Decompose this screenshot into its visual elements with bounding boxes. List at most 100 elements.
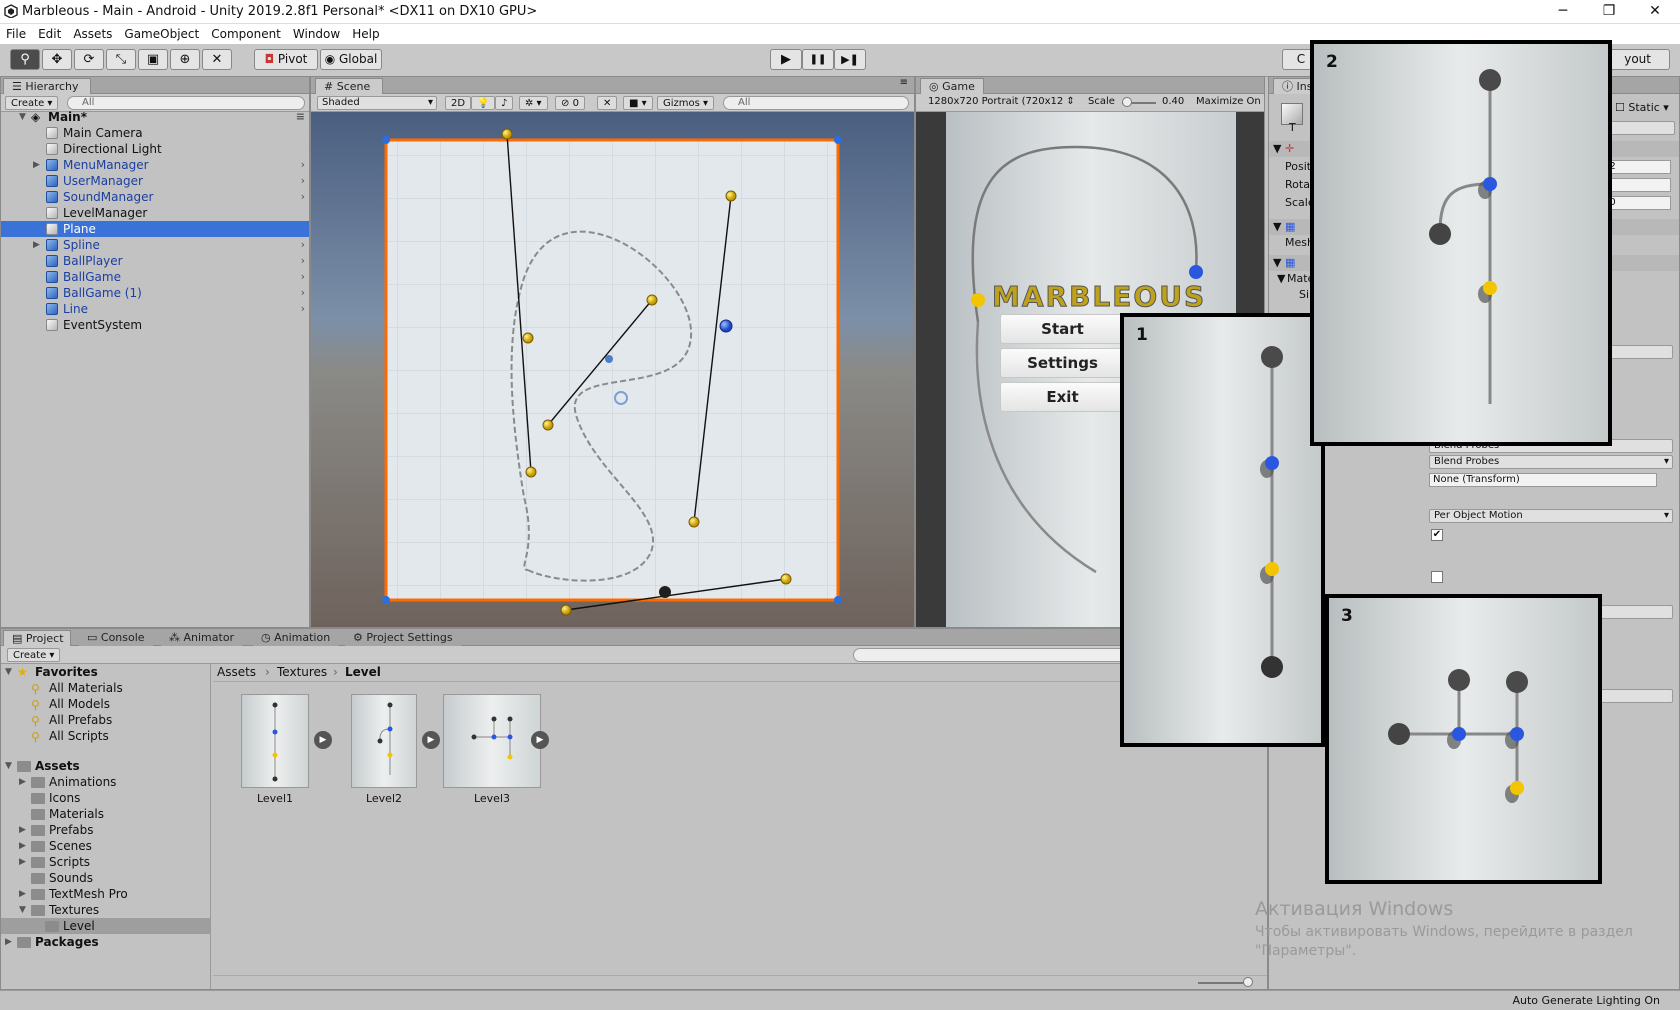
asset-folder-row[interactable]: ▶ TextMesh Pro [1,886,210,902]
rect-handle[interactable] [382,596,390,604]
prefab-open-icon[interactable]: › [301,173,305,189]
blue-anchor-point[interactable] [605,355,613,363]
maximize-on-play-toggle[interactable]: Maximize On P [1196,96,1264,107]
prefab-open-icon[interactable]: › [301,157,305,173]
camera-dropdown-icon[interactable]: ■ ▾ [623,96,653,110]
tab-scene[interactable]: # Scene [315,78,383,94]
asset-folder-row[interactable]: Sounds [1,870,210,886]
hierarchy-item[interactable]: Main Camera [1,125,309,141]
breadcrumb-textures[interactable]: Textures [277,664,327,681]
prefab-open-icon[interactable]: › [301,253,305,269]
control-point[interactable] [560,604,572,616]
expand-arrow-icon[interactable]: ▶ [19,886,29,902]
exit-button[interactable]: Exit [1000,382,1125,412]
resolution-dropdown[interactable]: 1280x720 Portrait (720x12 ⇕ [928,96,1075,107]
project-create-button[interactable]: Create ▾ [7,648,61,662]
asset-folder-row[interactable]: ▼ Textures [1,902,210,918]
expand-arrow-icon[interactable]: ▶ [33,157,43,173]
rect-handle[interactable] [834,136,842,144]
gizmos-dropdown[interactable]: Gizmos ▾ [657,96,715,110]
menu-assets[interactable]: Assets [67,24,118,44]
settings-button[interactable]: Settings [1000,348,1125,378]
favorite-item[interactable]: ⚲ All Prefabs [1,712,210,728]
2d-toggle[interactable]: 2D [445,96,472,110]
favorites-row[interactable]: ▼ ★ Favorites [1,664,210,680]
hierarchy-item[interactable]: Plane [1,221,309,237]
breadcrumb-assets[interactable]: Assets [217,664,256,681]
shading-dropdown[interactable]: Shaded ▾ [317,96,437,110]
expand-arrow-icon[interactable]: ▶ [19,838,29,854]
favorite-item[interactable]: ⚲ All Scripts [1,728,210,744]
tab-console[interactable]: ▭ Console [79,630,153,646]
expand-arrow-icon[interactable]: ▶ [19,822,29,838]
tab-project-settings[interactable]: ⚙ Project Settings [345,630,461,646]
control-point[interactable] [542,419,554,431]
static-checkbox[interactable]: ☐ Static ▾ [1615,101,1669,114]
hierarchy-item[interactable]: UserManager › [1,173,309,189]
menu-component[interactable]: Component [205,24,287,44]
assets-row[interactable]: ▼ Assets [1,758,210,774]
component-arrow-icon[interactable]: ▼ [1273,255,1281,271]
hierarchy-item[interactable]: EventSystem [1,317,309,333]
rect-tool-icon[interactable]: ▣ [138,49,168,70]
control-point[interactable] [688,516,700,528]
scene-spline-svg[interactable] [311,112,915,628]
scene-root-row[interactable]: ▼ ◈ Main* ≡ [1,109,309,125]
scene-search-input[interactable]: All [723,96,909,110]
tab-game[interactable]: ◎ Game [920,78,984,94]
expand-arrow-icon[interactable]: ▼ [5,758,15,774]
scene-tools-icon[interactable]: ✕ [597,96,618,110]
transform-tool-icon[interactable]: ⊕ [170,49,200,70]
motion-vectors-dropdown[interactable]: Per Object Motion ▾ [1429,509,1673,523]
expand-arrow-icon[interactable]: ▶ [5,934,15,950]
prefab-open-icon[interactable]: › [301,237,305,253]
control-point[interactable] [525,466,537,478]
scale-tool-icon[interactable]: ⤡ [106,49,136,70]
hierarchy-item[interactable]: SoundManager › [1,189,309,205]
tab-animator[interactable]: ⁂ Animator [161,630,243,646]
packages-row[interactable]: ▶ Packages [1,934,210,950]
asset-folder-row[interactable]: Icons [1,790,210,806]
close-button[interactable]: ✕ [1632,0,1678,24]
menu-file[interactable]: File [0,24,32,44]
hierarchy-item[interactable]: LevelManager [1,205,309,221]
level2-thumbnail[interactable] [351,694,417,788]
asset-folder-row[interactable]: ▶ Animations [1,774,210,790]
prefab-open-icon[interactable]: › [301,285,305,301]
menu-gameobject[interactable]: GameObject [118,24,205,44]
component-arrow-icon[interactable]: ▼ [1273,219,1281,235]
tab-hierarchy[interactable]: ☰ Hierarchy [3,78,91,94]
menu-help[interactable]: Help [346,24,385,44]
rotate-tool-icon[interactable]: ⟳ [74,49,104,70]
breadcrumb-level[interactable]: Level [345,664,381,681]
control-point[interactable] [522,332,534,344]
rect-handle[interactable] [834,596,842,604]
pause-button[interactable]: ❚❚ [802,49,834,70]
materials-arrow-icon[interactable]: ▼ [1277,271,1285,287]
prefab-open-icon[interactable]: › [301,189,305,205]
asset-folder-row[interactable]: ▶ Prefabs [1,822,210,838]
control-point[interactable] [780,573,792,585]
favorite-item[interactable]: ⚲ All Materials [1,680,210,696]
menu-window[interactable]: Window [287,24,346,44]
minimize-button[interactable]: ─ [1540,0,1586,24]
maximize-button[interactable]: ❐ [1586,0,1632,24]
audio-toggle-icon[interactable]: ♪ [495,96,514,110]
hierarchy-item[interactable]: BallGame (1) › [1,285,309,301]
scale-slider-thumb[interactable] [1122,97,1132,107]
play-button[interactable]: ▶ [770,49,802,70]
expand-arrow-icon[interactable]: ▼ [19,109,29,125]
tab-animation[interactable]: ◷ Animation [253,630,339,646]
scene-menu-icon[interactable]: ≡ [296,109,305,125]
dark-anchor-point[interactable] [659,586,671,598]
global-toggle[interactable]: ◉ Global [320,49,382,70]
control-point[interactable] [501,128,513,140]
pivot-toggle[interactable]: ◘ Pivot [254,49,318,70]
favorite-item[interactable]: ⚲ All Models [1,696,210,712]
dynamic-occlusion-checkbox[interactable]: ✔ [1431,529,1443,541]
effects-dropdown-icon[interactable]: ✲ ▾ [519,96,548,110]
level-folder-row[interactable]: Level [1,918,210,934]
hierarchy-item[interactable]: BallPlayer › [1,253,309,269]
control-point[interactable] [646,294,658,306]
asset-folder-row[interactable]: ▶ Scripts [1,854,210,870]
